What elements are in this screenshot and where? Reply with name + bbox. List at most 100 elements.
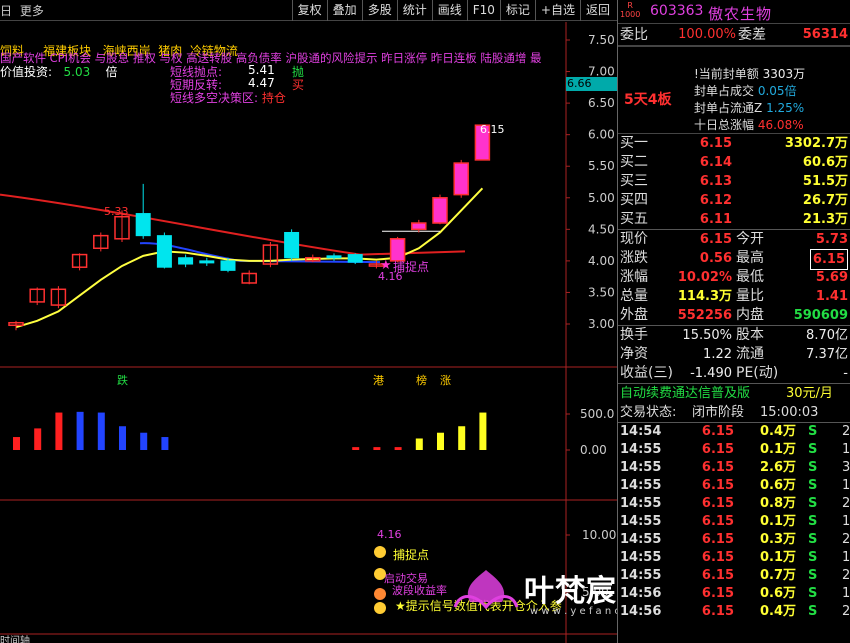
tick-row: 14:55 6.15 0.1万 S 1 (620, 550, 850, 565)
kline-chart-svg[interactable]: 7.507.006.506.005.505.004.504.003.503.00… (0, 22, 617, 643)
volume-bar (458, 426, 466, 450)
start-trade-label: 启动交易 (384, 571, 428, 585)
bid-row[interactable]: 买一 6.15 3302.7万 (618, 134, 850, 153)
volume-bar (55, 412, 63, 450)
board-stat-row: !当前封单额 3303万 (694, 67, 806, 81)
quote-row: 现价 6.15 今开 5.73 (620, 231, 848, 247)
tick-row: 14:55 6.15 0.1万 S 1 (620, 514, 850, 529)
bid-list: 买一 6.15 3302.7万 买二 6.14 60.6万 买三 6.13 51.5万 买四 6.1… (618, 134, 850, 229)
bid-row[interactable]: 买二 6.14 60.6万 (618, 153, 850, 172)
event-label: 榜 (416, 373, 427, 387)
candle-body (453, 162, 469, 196)
candle-body (220, 260, 236, 271)
toolbar-left: 日 更多 (0, 2, 48, 19)
event-label: 跌 (117, 373, 128, 387)
volume-bar (161, 437, 169, 450)
quote-row: 涨幅 10.02% 最低 5.69 (620, 269, 848, 285)
candle-body (411, 222, 427, 231)
toolbar-button[interactable]: 统计 (396, 0, 432, 21)
volume-bar (415, 438, 423, 450)
volume-tick-label: 0.00 (580, 443, 607, 457)
toolbar-button[interactable]: F10 (466, 0, 500, 21)
toolbar-button[interactable]: 返回 (579, 0, 615, 21)
toolbar-button[interactable]: 标记 (499, 0, 535, 21)
r-badge: R 1000 (620, 1, 641, 19)
toolbar-button[interactable]: 画线 (431, 0, 467, 21)
promo-row[interactable]: 自动续费通达信普及版 30元/月 (618, 384, 850, 403)
limit-board-box: 5天4板 !当前封单额 3303万 封单占成交 0.05倍 封单占流通Z 1.25%… (618, 46, 850, 134)
tick-row: 14:55 6.15 0.1万 S 1 (620, 442, 850, 457)
tick-row: 14:55 6.15 0.6万 S 1 (620, 478, 850, 493)
price-tick-label: 4.00 (588, 254, 615, 268)
weibi-row: 委比 100.00% 委差 56314 (618, 24, 850, 46)
candle-body (432, 197, 448, 224)
tick-row: 14:56 6.15 0.4万 S 2 (620, 604, 850, 619)
kline-chart-area[interactable]: 7.50 7.00 6.50 6.00 5.50 5.00 4.50 4.00 3.50 3.00… (0, 22, 771, 643)
bid-row[interactable]: 买四 6.12 26.7万 (618, 191, 850, 210)
price-tick-label: 5.00 (588, 191, 615, 205)
volume-tick-label: 500.0 (580, 407, 614, 421)
bid-row[interactable]: 买三 6.13 51.5万 (618, 172, 850, 191)
stock-header: R 1000 603363 傲农生物 (618, 0, 850, 24)
volume-bar (373, 447, 381, 450)
stock-name[interactable]: 傲农生物 (708, 3, 772, 24)
current-price-tag: 6.66 (566, 77, 617, 91)
fundamental-row: 换手 15.50% 股本 8.70亿 (620, 327, 848, 343)
candle-body (135, 213, 151, 237)
quote-list: 现价 6.15 今开 5.73 涨跌 0.56 最高 6.15 涨幅 10.02% 最低 5.69 总量… (618, 230, 850, 325)
price-tick-label: 3.50 (588, 285, 615, 299)
tick-row: 14:55 6.15 0.3万 S 2 (620, 532, 850, 547)
indicator-coin-icon (374, 588, 386, 600)
price-tick-label: 5.50 (588, 159, 615, 173)
value-invest-label: 价值投资: 5.03 倍 (0, 65, 118, 79)
peak-price-label: 5.33 (104, 205, 129, 218)
volume-bar (140, 432, 148, 450)
tick-row: 14:55 6.15 0.7万 S 2 (620, 568, 850, 583)
price-tick-label: 3.00 (588, 317, 615, 331)
price-tick-label: 7.50 (588, 33, 615, 47)
volume-bar (76, 411, 84, 450)
stock-code[interactable]: 603363 (650, 3, 703, 19)
indicator-coin-icon (374, 546, 386, 558)
candle-body (389, 238, 406, 262)
volume-bar (479, 412, 487, 450)
board-stat-row: 十日总涨幅 46.08% (694, 118, 804, 132)
candle-body (156, 235, 172, 268)
tick-row: 14:56 6.15 0.6万 S 1 (620, 586, 850, 601)
tick-row: 14:55 6.15 0.8万 S 2 (620, 496, 850, 511)
trade-status-row: 交易状态: 闭市阶段 15:00:03 (620, 405, 819, 420)
toolbar-button[interactable]: 复权 (291, 0, 327, 21)
volume-bar (97, 412, 105, 450)
catch-point-label: 捕捉点 (393, 259, 429, 274)
bid-row[interactable]: 买五 6.11 21.3万 (618, 210, 850, 229)
fundamental-row: 收益(三) -1.490 PE(动) - (620, 365, 848, 381)
candle-body (199, 260, 215, 264)
candle-body (284, 231, 300, 259)
volume-bar (352, 447, 360, 450)
volume-bar (119, 426, 126, 450)
price-tick-label: 6.00 (588, 128, 615, 142)
period-day-button[interactable]: 日 (0, 4, 12, 18)
toolbar-button[interactable]: +自选 (534, 0, 580, 21)
fundamental-row: 净资 1.22 流通 7.37亿 (620, 346, 848, 362)
candle-body (326, 255, 342, 259)
chart-toolbar: 日 更多 复权 叠加 多股 统计 画线 F10 标记 +自选 返回 (0, 0, 617, 21)
toolbar-button[interactable]: 叠加 (326, 0, 362, 21)
catch-star-icon: ★ (380, 258, 392, 273)
indicator-catch-label: 捕捉点 (393, 547, 429, 562)
strategy-row-hold: 短线多空决策区: 持仓 (170, 91, 286, 105)
quote-row: 涨跌 0.56 最高 6.15 (618, 249, 850, 270)
band-return-label: 波段收益率 (392, 583, 447, 597)
indicator-value-label: 4.16 (377, 528, 402, 541)
board-count: 5天4板 (624, 92, 672, 108)
volume-bar (437, 432, 444, 450)
toolbar-button[interactable]: 多股 (361, 0, 397, 21)
event-label: 港 (373, 374, 384, 387)
tick-row: 14:54 6.15 0.4万 S 2 (620, 424, 850, 439)
board-stat-row: 封单占成交 0.05倍 (694, 84, 797, 98)
volume-bar (13, 437, 20, 450)
fundamentals-list: 换手 15.50% 股本 8.70亿 净资 1.22 流通 7.37亿 收益(三) -1.490 P… (618, 326, 850, 383)
more-button[interactable]: 更多 (20, 4, 44, 18)
time-axis-label: 时间轴 (0, 634, 30, 643)
candle-body (178, 257, 194, 265)
